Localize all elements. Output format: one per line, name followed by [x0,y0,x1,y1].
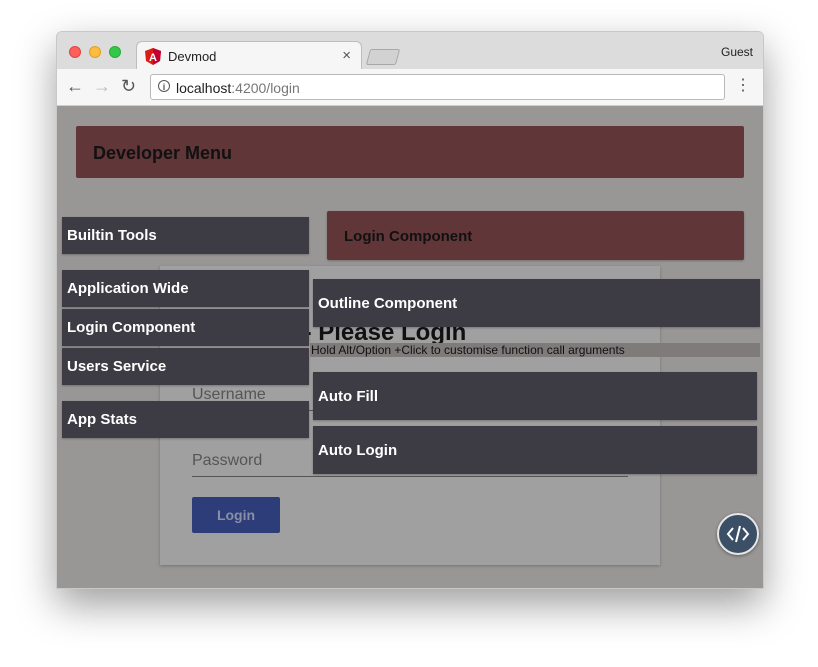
more-vert-icon[interactable]: ⋮ [735,76,751,96]
angular-icon: A [145,48,161,65]
close-icon[interactable]: × [342,47,351,64]
developer-menu-header: Developer Menu [76,126,744,178]
back-arrow-icon[interactable]: ← [66,76,84,96]
component-header: Login Component [327,211,744,260]
browser-tab[interactable]: A Devmod × [136,41,362,70]
browser-window: A Devmod × Guest ← → ↻ i localhost:4200/… [56,31,764,589]
url-host: localhost [176,80,232,96]
info-icon[interactable]: i [158,80,170,92]
menu-item-login-component[interactable]: Login Component [62,309,309,346]
code-icon [726,525,750,543]
url-text[interactable]: localhost:4200/login [176,80,300,96]
menu-item-application-wide[interactable]: Application Wide [62,270,309,307]
action-outline-component[interactable]: Outline Component [313,279,760,327]
action-auto-login[interactable]: Auto Login [313,426,757,474]
title-bar: A Devmod × Guest [57,32,763,70]
menu-item-builtin-tools[interactable]: Builtin Tools [62,217,309,254]
forward-arrow-icon[interactable]: → [93,76,111,96]
password-placeholder: Password [192,452,263,469]
action-auto-fill[interactable]: Auto Fill [313,372,757,420]
menu-item-app-stats[interactable]: App Stats [62,401,309,438]
hint-text: Hold Alt/Option +Click to customise func… [310,343,760,357]
close-window-button[interactable] [69,46,81,58]
address-bar[interactable]: i localhost:4200/login [150,74,725,100]
profile-label[interactable]: Guest [721,45,753,59]
maximize-window-button[interactable] [109,46,121,58]
login-button[interactable]: Login [192,497,280,533]
menu-item-users-service[interactable]: Users Service [62,348,309,385]
developer-menu-title: Developer Menu [93,143,233,163]
component-header-title: Login Component [344,228,473,245]
minimize-window-button[interactable] [89,46,101,58]
page-content: Developer Menu Welcome - Please Login Us… [57,106,763,588]
svg-text:A: A [149,52,157,64]
tab-title: Devmod [168,49,217,64]
reload-icon[interactable]: ↻ [121,76,136,96]
url-path: :4200/login [231,80,300,96]
devtools-toggle-button[interactable] [717,513,759,555]
browser-toolbar: ← → ↻ i localhost:4200/login ⋮ [57,69,763,106]
new-tab-button[interactable] [365,49,401,65]
